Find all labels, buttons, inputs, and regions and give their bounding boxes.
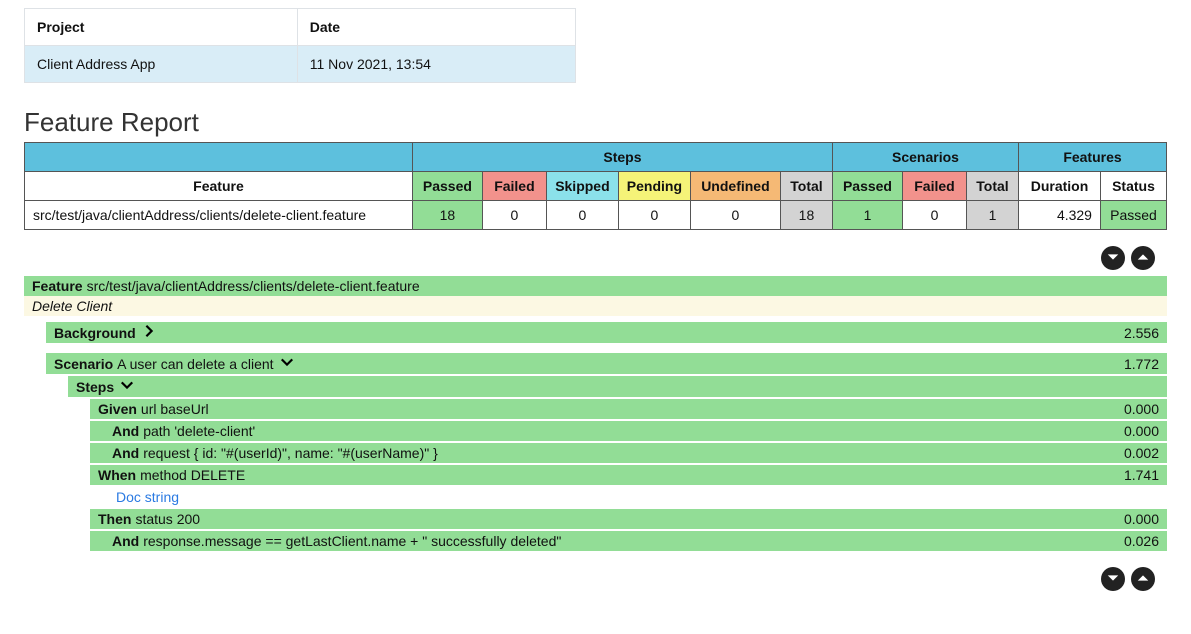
feature-detail: Feature src/test/java/clientAddress/clie… [24, 276, 1167, 551]
collapse-all-button[interactable] [1131, 246, 1155, 270]
step-duration: 0.000 [1099, 401, 1159, 417]
chevron-up-icon [1136, 250, 1150, 267]
background-keyword: Background [54, 325, 136, 341]
col-duration: Duration [1018, 172, 1100, 201]
expand-collapse-bar [12, 246, 1155, 270]
feature-bar[interactable]: Feature src/test/java/clientAddress/clie… [24, 276, 1167, 296]
step-row: Andresponse.message == getLastClient.nam… [90, 531, 1167, 551]
meta-table: Project Date Client Address App 11 Nov 2… [24, 8, 576, 83]
step-text: status 200 [135, 511, 200, 527]
step-duration: 0.002 [1099, 445, 1159, 461]
chevron-down-icon [118, 378, 134, 395]
cell-steps-skipped: 0 [546, 201, 618, 230]
cell-duration: 4.329 [1018, 201, 1100, 230]
step-duration: 1.741 [1099, 467, 1159, 483]
scenario-keyword: Scenario [54, 356, 113, 372]
cell-steps-failed: 0 [482, 201, 546, 230]
feature-keyword: Feature [32, 278, 83, 294]
step-keyword: When [98, 467, 136, 483]
cell-feature[interactable]: src/test/java/clientAddress/clients/dele… [25, 201, 413, 230]
cell-status: Passed [1100, 201, 1166, 230]
col-steps-pending: Pending [618, 172, 690, 201]
chevron-down-icon [278, 355, 294, 372]
col-steps-undefined: Undefined [690, 172, 780, 201]
col-group-scenarios: Scenarios [832, 143, 1018, 172]
summary-header-cols: Feature Passed Failed Skipped Pending Un… [25, 172, 1167, 201]
expand-all-button[interactable] [1101, 246, 1125, 270]
cell-steps-total: 18 [780, 201, 832, 230]
col-steps-skipped: Skipped [546, 172, 618, 201]
feature-path: src/test/java/clientAddress/clients/dele… [87, 278, 420, 294]
cell-scn-failed: 0 [902, 201, 966, 230]
cell-steps-passed: 18 [412, 201, 482, 230]
summary-header-groups: Steps Scenarios Features [25, 143, 1167, 172]
cell-scn-total: 1 [966, 201, 1018, 230]
step-text: path 'delete-client' [143, 423, 255, 439]
collapse-all-button[interactable] [1131, 567, 1155, 591]
meta-project: Client Address App [25, 46, 298, 83]
step-row: Andpath 'delete-client' 0.000 [90, 421, 1167, 441]
step-keyword: Then [98, 511, 131, 527]
col-scn-failed: Failed [902, 172, 966, 201]
step-duration: 0.000 [1099, 511, 1159, 527]
background-duration: 2.556 [1099, 325, 1159, 341]
col-steps-failed: Failed [482, 172, 546, 201]
summary-table: Steps Scenarios Features Feature Passed … [24, 142, 1167, 230]
expand-all-button[interactable] [1101, 567, 1125, 591]
col-status: Status [1100, 172, 1166, 201]
chevron-up-icon [1136, 571, 1150, 588]
step-keyword: And [112, 445, 139, 461]
step-row: Whenmethod DELETE 1.741 [90, 465, 1167, 485]
scenario-duration: 1.772 [1099, 356, 1159, 372]
step-text: url baseUrl [141, 401, 209, 417]
table-row: src/test/java/clientAddress/clients/dele… [25, 201, 1167, 230]
table-row: Client Address App 11 Nov 2021, 13:54 [25, 46, 576, 83]
meta-header-project: Project [25, 9, 298, 46]
step-duration: 0.026 [1099, 533, 1159, 549]
col-group-steps: Steps [412, 143, 832, 172]
step-keyword: And [112, 423, 139, 439]
step-keyword: And [112, 533, 139, 549]
scenario-name: A user can delete a client [117, 356, 273, 372]
col-steps-total: Total [780, 172, 832, 201]
expand-collapse-bar [12, 567, 1155, 591]
step-row: Andrequest { id: "#(userId)", name: "#(u… [90, 443, 1167, 463]
step-text: request { id: "#(userId)", name: "#(user… [143, 445, 438, 461]
scenario-bar[interactable]: Scenario A user can delete a client 1.77… [46, 353, 1167, 374]
feature-description: Delete Client [24, 296, 1167, 316]
col-scn-total: Total [966, 172, 1018, 201]
page-title: Feature Report [24, 107, 1179, 138]
step-row: Thenstatus 200 0.000 [90, 509, 1167, 529]
chevron-down-icon [1106, 571, 1120, 588]
col-group-features: Features [1018, 143, 1166, 172]
steps-bar[interactable]: Steps [68, 376, 1167, 397]
doc-string-label: Doc string [116, 489, 179, 505]
step-text: method DELETE [140, 467, 245, 483]
cell-steps-undefined: 0 [690, 201, 780, 230]
col-scn-passed: Passed [832, 172, 902, 201]
chevron-down-icon [1106, 250, 1120, 267]
step-list: Thenstatus 200 0.000 Andresponse.message =… [24, 509, 1167, 551]
chevron-right-icon [140, 324, 156, 341]
step-row: Givenurl baseUrl 0.000 [90, 399, 1167, 419]
meta-header-date: Date [297, 9, 575, 46]
steps-keyword: Steps [76, 379, 114, 395]
step-keyword: Given [98, 401, 137, 417]
step-text: response.message == getLastClient.name +… [143, 533, 561, 549]
background-bar[interactable]: Background 2.556 [46, 322, 1167, 343]
col-feature: Feature [25, 172, 413, 201]
step-list: Givenurl baseUrl0.000Andpath 'delete-cli… [24, 399, 1167, 485]
meta-date: 11 Nov 2021, 13:54 [297, 46, 575, 83]
step-duration: 0.000 [1099, 423, 1159, 439]
cell-steps-pending: 0 [618, 201, 690, 230]
feature-description-text: Delete Client [32, 298, 112, 314]
doc-string-link[interactable]: Doc string [90, 487, 1167, 507]
col-steps-passed: Passed [412, 172, 482, 201]
cell-scn-passed: 1 [832, 201, 902, 230]
